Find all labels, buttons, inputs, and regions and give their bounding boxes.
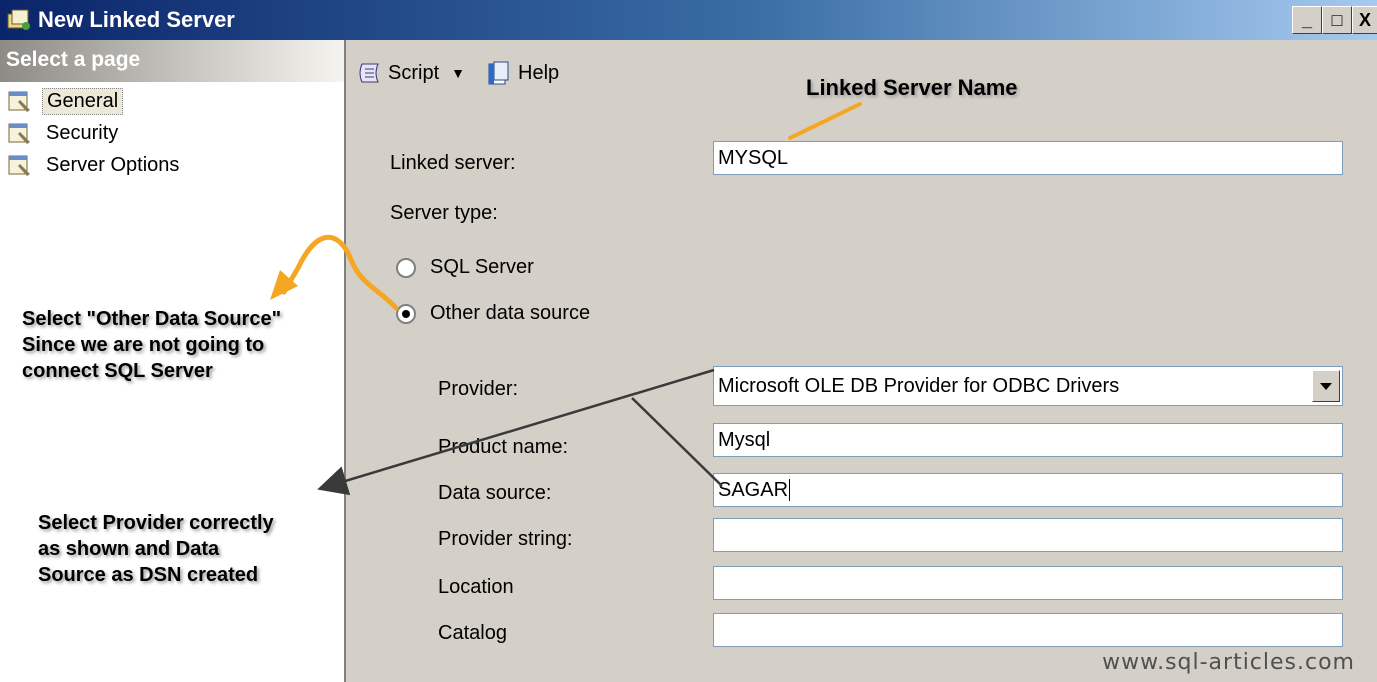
dark-arrow-data-source — [631, 397, 723, 487]
dark-arrow-provider — [317, 368, 715, 496]
orange-arrow-linked-name — [788, 102, 862, 140]
watermark: www.sql-articles.com — [1102, 650, 1355, 675]
annotation-arrows — [270, 102, 862, 496]
orange-arrow-other-ds — [281, 234, 399, 311]
